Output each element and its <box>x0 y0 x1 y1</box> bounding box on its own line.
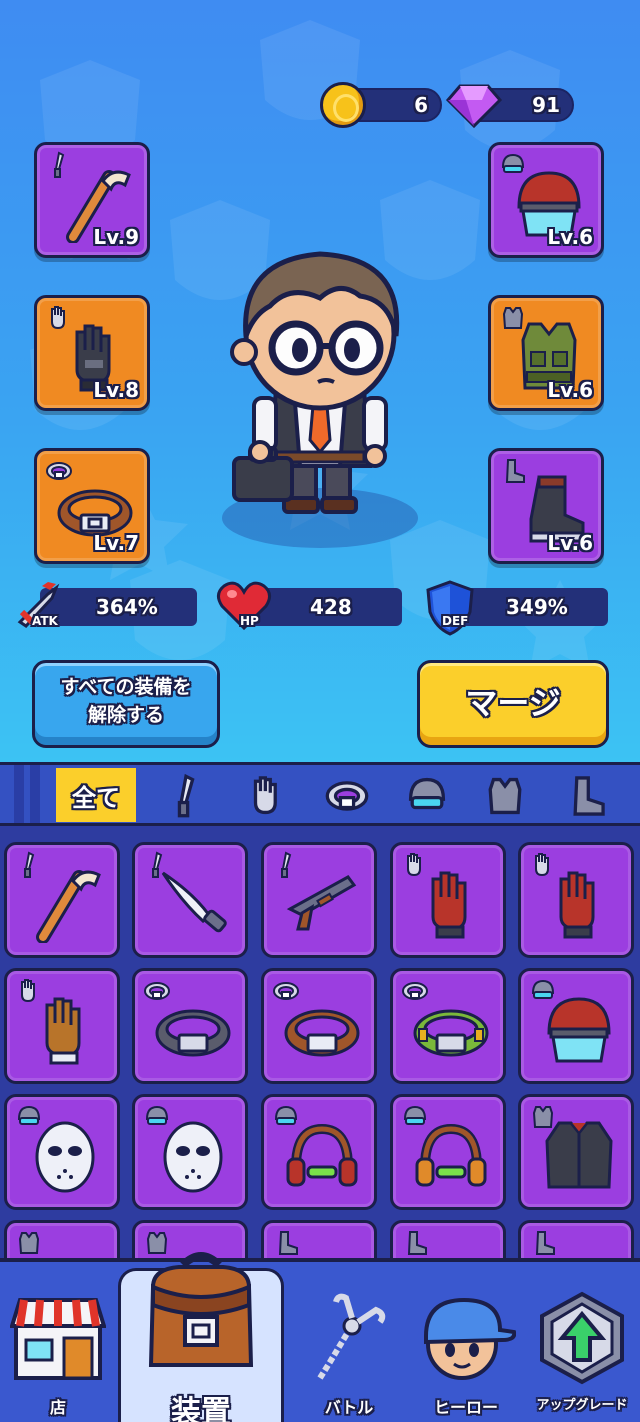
filter-belt-icon[interactable] <box>324 773 370 819</box>
headphones-icon <box>286 1123 358 1187</box>
nav-upgrade[interactable]: アップグレード <box>524 1262 640 1422</box>
inventory-item[interactable] <box>4 1094 120 1210</box>
inventory-item[interactable] <box>132 968 248 1084</box>
shotgun-icon <box>286 875 357 931</box>
red-helmet-icon <box>547 997 611 1063</box>
merge-label: マージ <box>465 684 561 722</box>
boot-icon <box>279 1231 298 1255</box>
vest-icon <box>19 1232 39 1254</box>
equipment-filter-bar: 全て <box>0 762 640 826</box>
filter-divider <box>14 765 24 823</box>
inventory-item[interactable] <box>4 1220 120 1258</box>
inventory-item[interactable] <box>390 842 506 958</box>
green-belt-icon <box>413 1009 489 1057</box>
nav-shop-label: 店 <box>49 1398 66 1417</box>
inventory-item[interactable] <box>4 968 120 1084</box>
gem-icon <box>446 84 502 129</box>
brown-belt-icon <box>284 1009 360 1057</box>
hp-label: HP <box>240 614 259 628</box>
nav-battle[interactable]: バトル <box>290 1262 408 1422</box>
nav-hero[interactable]: ヒーロー <box>408 1262 524 1422</box>
filter-glove-icon[interactable] <box>244 773 290 819</box>
inventory-item[interactable] <box>261 1094 377 1210</box>
atk-value: 364% <box>96 595 158 619</box>
atk-label: ATK <box>32 614 58 628</box>
gem-amount: 91 <box>532 93 560 117</box>
hockey-mask-icon <box>163 1121 223 1193</box>
headphones-icon <box>415 1123 487 1187</box>
hero-portrait-icon <box>424 1297 516 1380</box>
hero-character <box>230 251 400 514</box>
inventory-item[interactable] <box>261 968 377 1084</box>
coin-amount: 6 <box>414 93 428 117</box>
unequip-label-line2: 解除する <box>87 704 164 726</box>
merge-button[interactable]: マージ <box>417 660 609 748</box>
inventory-item[interactable] <box>518 842 634 958</box>
nav-hero-label: ヒーロー <box>433 1398 498 1417</box>
inventory-grid <box>0 826 640 1258</box>
atk-stat-bar: 364% <box>40 588 197 626</box>
inventory-item[interactable] <box>390 1220 506 1258</box>
unequip-label-line1: すべての装備を <box>60 676 192 698</box>
weapon-level: Lv.9 <box>93 225 139 249</box>
black-jacket-icon <box>545 1121 613 1189</box>
inventory-item[interactable] <box>390 1094 506 1210</box>
machete-icon <box>161 871 227 933</box>
filter-boot-icon[interactable] <box>562 773 608 819</box>
belt-level: Lv.7 <box>93 531 139 555</box>
coin-icon <box>320 82 366 128</box>
filter-weapon-knife-icon[interactable] <box>163 773 209 819</box>
inventory-item[interactable] <box>132 1094 248 1210</box>
upgrade-arrow-icon <box>540 1291 624 1385</box>
boots-slot[interactable]: Lv.6 <box>488 448 604 564</box>
filter-vest-icon[interactable] <box>482 773 528 819</box>
def-value: 349% <box>506 595 568 619</box>
inventory-item[interactable] <box>518 1094 634 1210</box>
def-stat-bar: 349% <box>454 588 608 626</box>
bottom-navigation: 店 装置 バトル ヒーロー アップグレード <box>0 1252 640 1422</box>
inventory-item[interactable] <box>261 842 377 958</box>
belt-slot[interactable]: Lv.7 <box>34 448 150 564</box>
filter-divider <box>30 765 40 823</box>
armor-level: Lv.6 <box>547 378 593 402</box>
nav-shop[interactable]: 店 <box>0 1262 116 1422</box>
helmet-slot[interactable]: Lv.6 <box>488 142 604 258</box>
red-glove-icon <box>431 871 467 939</box>
gloves-slot[interactable]: Lv.8 <box>34 295 150 411</box>
hp-value: 428 <box>310 595 352 619</box>
inventory-item[interactable] <box>132 842 248 958</box>
filter-tab-all[interactable]: 全て <box>56 768 136 822</box>
gloves-level: Lv.8 <box>93 378 139 402</box>
inventory-item[interactable] <box>518 1220 634 1258</box>
red-glove-icon <box>559 871 595 939</box>
nav-equipment-label: 装置 <box>171 1395 231 1422</box>
helmet-level: Lv.6 <box>547 225 593 249</box>
nav-equipment[interactable]: 装置 <box>118 1252 284 1422</box>
def-label: DEF <box>442 614 469 628</box>
hockey-stick-icon <box>36 870 101 943</box>
boot-icon <box>408 1231 427 1255</box>
brown-glove-icon <box>45 997 81 1065</box>
weapon-slot[interactable]: Lv.9 <box>34 142 150 258</box>
shop-icon <box>10 1298 106 1380</box>
backpack-icon <box>148 1252 254 1367</box>
nav-battle-label: バトル <box>324 1398 374 1417</box>
armor-slot[interactable]: Lv.6 <box>488 295 604 411</box>
inventory-item[interactable] <box>390 968 506 1084</box>
boots-level: Lv.6 <box>547 531 593 555</box>
nav-upgrade-label: アップグレード <box>536 1398 628 1413</box>
hockey-mask-icon <box>35 1121 95 1193</box>
inventory-item[interactable] <box>518 968 634 1084</box>
filter-tab-all-label: 全て <box>72 783 120 812</box>
gray-belt-icon <box>155 1009 231 1057</box>
inventory-item[interactable] <box>261 1220 377 1258</box>
hero-equipment-panel: 6 91 Lv.9 Lv.8 Lv.7 Lv.6 Lv.6 Lv.6 364% … <box>0 0 640 762</box>
inventory-item[interactable] <box>4 842 120 958</box>
grappling-hook-icon <box>317 1293 386 1380</box>
filter-helmet-icon[interactable] <box>404 773 450 819</box>
boot-icon <box>536 1231 555 1255</box>
unequip-all-button[interactable]: すべての装備を 解除する <box>32 660 220 748</box>
